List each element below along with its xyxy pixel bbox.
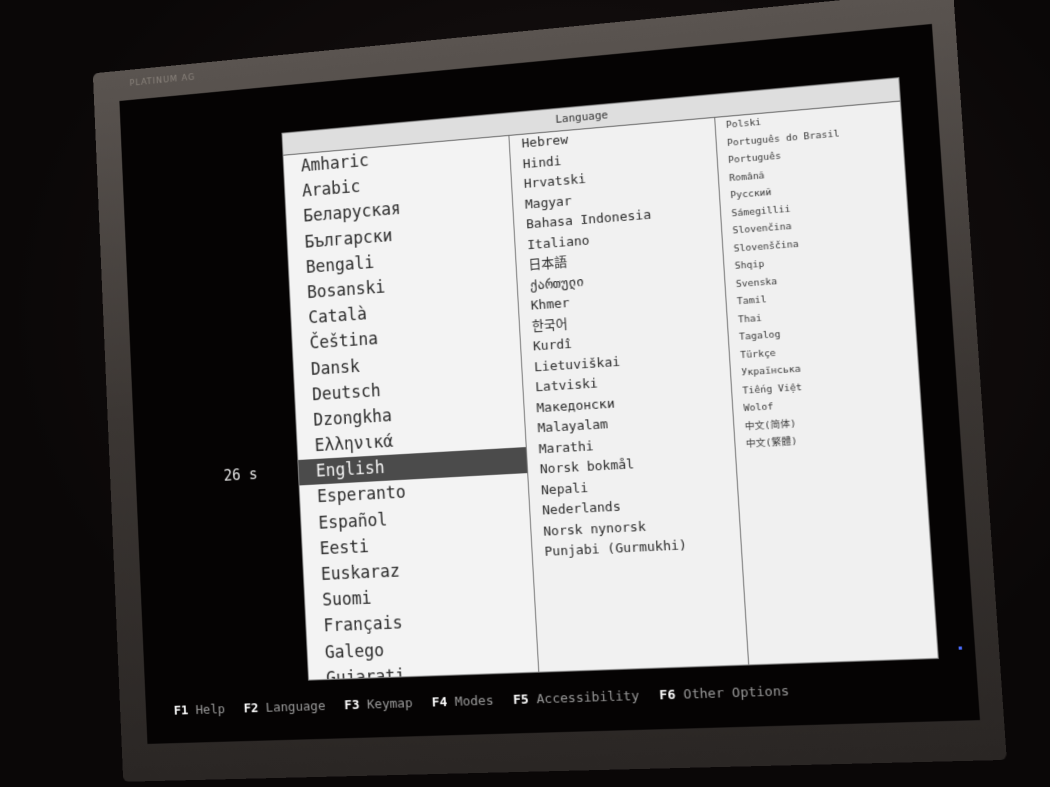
fkey-key: F3 bbox=[344, 697, 360, 714]
fkey-key: F4 bbox=[431, 694, 448, 711]
function-key-bar: F1 Help F2 Language F3 Keymap F4 Modes F… bbox=[174, 678, 979, 719]
fkey-keymap[interactable]: F3 Keymap bbox=[344, 696, 413, 713]
fkey-modes[interactable]: F4 Modes bbox=[432, 693, 494, 710]
power-led-icon bbox=[958, 646, 963, 650]
language-dialog: Language Amharic Arabic Беларуская Българск… bbox=[282, 78, 938, 680]
language-columns: Amharic Arabic Беларуская Български Bengali B… bbox=[283, 101, 938, 680]
monitor-brand-label: PLATINUM AG bbox=[129, 72, 196, 89]
fkey-other-options[interactable]: F6 Other Options bbox=[659, 684, 790, 704]
boot-countdown-timer: 26 s bbox=[223, 465, 258, 485]
language-column-2: Hebrew Hindi Hrvatski Magyar Bahasa Indonesi… bbox=[509, 117, 750, 672]
fkey-key: F6 bbox=[659, 687, 676, 704]
fkey-label: Accessibility bbox=[536, 688, 640, 708]
photo-scene: PLATINUM AG 26 s Language Amharic Arabic Б… bbox=[0, 0, 1050, 787]
fkey-language[interactable]: F2 Language bbox=[243, 699, 325, 716]
fkey-key: F2 bbox=[243, 701, 259, 717]
fkey-help[interactable]: F1 Help bbox=[174, 702, 226, 718]
fkey-label: Keymap bbox=[366, 696, 413, 713]
fkey-key: F5 bbox=[512, 692, 530, 709]
monitor-bezel: PLATINUM AG 26 s Language Amharic Arabic Б… bbox=[92, 0, 1007, 782]
fkey-key: F1 bbox=[173, 703, 189, 719]
language-column-1: Amharic Arabic Беларуская Български Bengali B… bbox=[283, 135, 540, 680]
fkey-label: Help bbox=[195, 702, 226, 718]
fkey-accessibility[interactable]: F5 Accessibility bbox=[513, 689, 640, 708]
fkey-label: Language bbox=[265, 698, 326, 716]
fkey-label: Modes bbox=[454, 693, 494, 710]
fkey-label: Other Options bbox=[683, 683, 790, 703]
boot-screen: 26 s Language Amharic Arabic Беларуская Бъл… bbox=[119, 23, 980, 744]
language-column-3: Polski Português do Brasil Português Română… bbox=[715, 101, 938, 665]
